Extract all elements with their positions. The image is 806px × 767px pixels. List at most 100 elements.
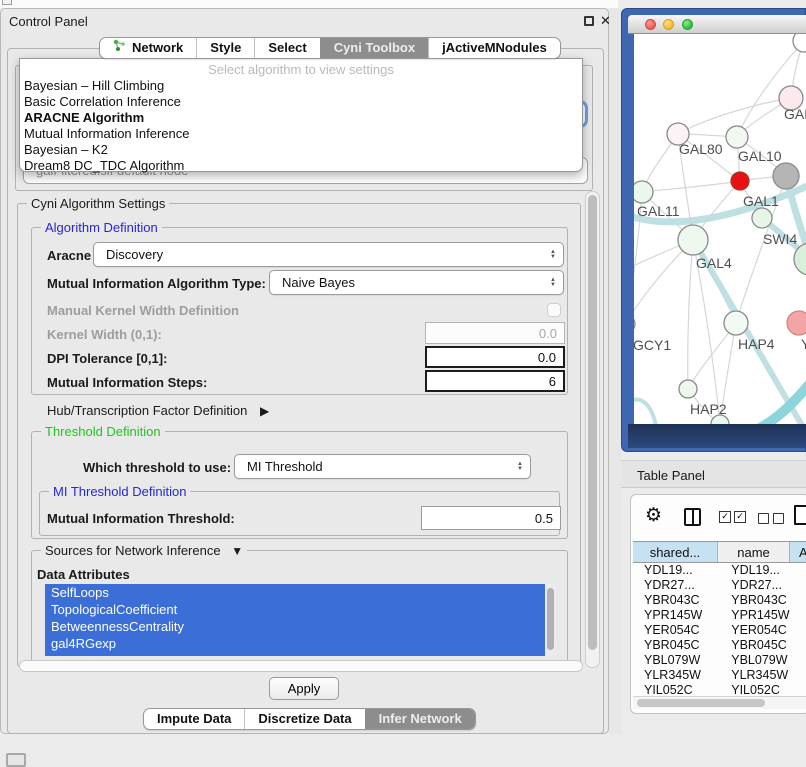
cell-name[interactable]: YPR145W xyxy=(724,608,800,623)
network-window-titlebar[interactable] xyxy=(628,15,806,34)
dropdown-item[interactable]: Dream8 DC_TDC Algorithm xyxy=(20,158,582,174)
attribute-item[interactable]: SelfLoops xyxy=(45,584,545,601)
network-canvas[interactable]: GAL2 GAL80 GAL10 GAL1 GAL11 SWI4 GAL4 GC… xyxy=(634,34,806,424)
cell-name[interactable]: YLR345W xyxy=(724,668,800,683)
table-row[interactable]: YBL079W YBL079W xyxy=(633,653,806,668)
cell-value[interactable]: 9. xyxy=(800,638,806,653)
cell-name[interactable]: YIL052C xyxy=(724,683,800,696)
deselect-all-checkboxes-icon[interactable] xyxy=(758,513,784,524)
dropdown-item[interactable]: Bayesian – Hill Climbing xyxy=(20,78,582,94)
node-hap2[interactable] xyxy=(679,380,697,398)
cell-shared[interactable]: YIL052C xyxy=(633,683,724,696)
node-swi4[interactable] xyxy=(752,208,772,228)
apply-button[interactable]: Apply xyxy=(269,677,339,700)
table-row[interactable]: YLR345W YLR345W 9. xyxy=(633,668,806,683)
attribute-item[interactable]: TopologicalCoefficient xyxy=(45,601,545,618)
column-header-cut[interactable]: A xyxy=(790,542,806,562)
node-gal11[interactable] xyxy=(634,181,653,203)
node-gal4[interactable] xyxy=(678,225,708,255)
cell-shared[interactable]: YPR145W xyxy=(633,608,724,623)
table-row[interactable]: YPR145W YPR145W 9. xyxy=(633,608,806,623)
traffic-zoom-icon[interactable] xyxy=(682,19,693,30)
node-gal10[interactable] xyxy=(726,126,748,148)
which-threshold-combobox[interactable]: MI Threshold ▲▼ xyxy=(234,454,531,479)
dropdown-item[interactable]: Bayesian – K2 xyxy=(20,142,582,158)
list-vertical-scrollbar[interactable] xyxy=(545,584,556,656)
column-header-name[interactable]: name xyxy=(718,542,790,562)
node-label-gal80: GAL80 xyxy=(679,141,723,157)
column-header-shared[interactable]: shared... xyxy=(633,542,718,562)
table-row[interactable]: YBR045C YBR045C 9. xyxy=(633,638,806,653)
cell-shared[interactable]: YBR043C xyxy=(633,593,724,608)
cell-value[interactable]: 9 xyxy=(800,683,806,696)
cell-name[interactable]: YBR043C xyxy=(724,593,800,608)
tab-impute-data[interactable]: Impute Data xyxy=(144,709,244,729)
cell-value[interactable]: 13 xyxy=(800,563,806,578)
tab-jactivemnodules[interactable]: jActiveMNodules xyxy=(428,38,560,58)
node-salmon[interactable] xyxy=(787,311,806,335)
collapse-down-icon: ▼ xyxy=(231,544,243,558)
node-label-gal10: GAL10 xyxy=(738,148,782,164)
table-row[interactable]: YDL19... YDL19... 13 xyxy=(633,563,806,578)
dpi-tolerance-field[interactable]: 0.0 xyxy=(425,346,565,368)
cell-shared[interactable]: YLR345W xyxy=(633,668,724,683)
aracne-mode-combobox[interactable]: Discovery ▲▼ xyxy=(93,242,564,267)
cell-name[interactable]: YDR27... xyxy=(724,578,800,593)
cell-value[interactable] xyxy=(800,593,806,608)
kernel-width-field[interactable]: 0.0 xyxy=(425,322,565,344)
traffic-minimize-icon[interactable] xyxy=(663,19,674,30)
attribute-item[interactable]: gal4RGexp xyxy=(45,635,545,652)
attribute-item[interactable]: BetweennessCentrality xyxy=(45,618,545,635)
docked-panel-icon[interactable] xyxy=(6,753,26,767)
tab-discretize-data[interactable]: Discretize Data xyxy=(244,709,364,729)
traffic-close-icon[interactable] xyxy=(645,19,656,30)
dropdown-item[interactable]: Mutual Information Inference xyxy=(20,126,582,142)
dropdown-item-aracne[interactable]: ARACNE Algorithm xyxy=(20,110,582,126)
node-gray[interactable] xyxy=(773,163,799,189)
cell-name[interactable]: YBR045C xyxy=(724,638,800,653)
tab-style[interactable]: Style xyxy=(196,38,254,58)
tab-network[interactable]: Network xyxy=(100,38,196,58)
node-hap4[interactable] xyxy=(724,311,748,335)
cell-value[interactable]: 9. xyxy=(800,608,806,623)
mi-type-combobox[interactable]: Naive Bayes ▲▼ xyxy=(269,270,564,295)
cell-value[interactable] xyxy=(800,653,806,668)
network-window-bottom-shadow xyxy=(628,424,806,448)
cell-shared[interactable]: YER054C xyxy=(633,623,724,638)
tab-infer-network[interactable]: Infer Network xyxy=(365,709,475,729)
node-left[interactable] xyxy=(634,315,635,333)
cell-name[interactable]: YER054C xyxy=(724,623,800,638)
gear-icon[interactable]: ⚙ xyxy=(645,504,662,527)
node[interactable] xyxy=(793,34,806,52)
select-all-checkboxes-icon[interactable]: ✓ ✓ xyxy=(719,511,746,523)
hub-factor-expander[interactable]: Hub/Transcription Factor Definition ▶ xyxy=(47,403,269,418)
cell-value[interactable]: 9. xyxy=(800,668,806,683)
cell-value[interactable]: 8. xyxy=(800,623,806,638)
cell-shared[interactable]: YBL079W xyxy=(633,653,724,668)
cell-shared[interactable]: YBR045C xyxy=(633,638,724,653)
cell-name[interactable]: YDL19... xyxy=(724,563,800,578)
settings-horizontal-scrollbar[interactable] xyxy=(19,660,583,672)
tab-cyni-toolbox[interactable]: Cyni Toolbox xyxy=(320,38,428,58)
dropdown-item[interactable]: Basic Correlation Inference xyxy=(20,94,582,110)
float-icon[interactable] xyxy=(584,16,594,26)
sources-title-row[interactable]: Sources for Network Inference ▼ xyxy=(41,543,247,558)
columns-icon[interactable] xyxy=(684,508,701,526)
mi-threshold-field[interactable]: 0.5 xyxy=(421,506,561,530)
table-horizontal-scrollbar[interactable] xyxy=(633,696,806,709)
node-gal1[interactable] xyxy=(731,172,749,190)
table-row[interactable]: YBR043C YBR043C xyxy=(633,593,806,608)
new-table-icon[interactable] xyxy=(794,505,806,525)
table-row[interactable]: YIL052C YIL052C 9 xyxy=(633,683,806,696)
tab-select[interactable]: Select xyxy=(254,38,319,58)
table-row[interactable]: YDR27... YDR27... 12 xyxy=(633,578,806,593)
settings-vertical-scrollbar[interactable] xyxy=(585,191,600,668)
mi-steps-field[interactable]: 6 xyxy=(425,370,565,392)
table-row[interactable]: YER054C YER054C 8. xyxy=(633,623,806,638)
manual-kernel-checkbox[interactable] xyxy=(547,303,561,317)
cell-shared[interactable]: YDL19... xyxy=(633,563,724,578)
cell-name[interactable]: YBL079W xyxy=(724,653,800,668)
cell-shared[interactable]: YDR27... xyxy=(633,578,724,593)
cell-value[interactable]: 12 xyxy=(800,578,806,593)
panel-splitter[interactable] xyxy=(609,8,621,734)
